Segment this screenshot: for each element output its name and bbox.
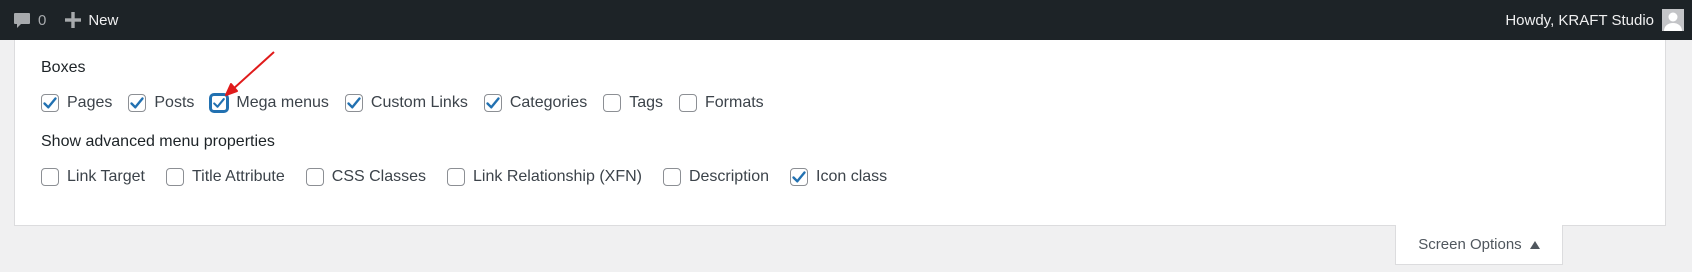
greeting-text: Howdy, KRAFT Studio bbox=[1505, 11, 1654, 29]
checkmark-icon bbox=[43, 97, 57, 109]
option-pages[interactable]: Pages bbox=[41, 94, 112, 112]
option-link-target[interactable]: Link Target bbox=[41, 168, 145, 186]
checkbox-icon-class[interactable] bbox=[790, 168, 808, 186]
option-label: Categories bbox=[509, 94, 588, 111]
comments-menu[interactable]: 0 bbox=[12, 10, 46, 30]
option-label: Pages bbox=[67, 94, 113, 111]
checkbox-description[interactable] bbox=[662, 168, 681, 186]
checkmark-icon bbox=[792, 171, 806, 183]
caret-up-icon bbox=[1529, 236, 1540, 253]
screen-options-button[interactable]: Screen Options bbox=[1395, 225, 1563, 265]
option-link-relationship-xfn[interactable]: Link Relationship (XFN) bbox=[447, 168, 642, 186]
checkbox-mega-menus[interactable] bbox=[210, 94, 229, 112]
my-account-menu[interactable]: Howdy, KRAFT Studio bbox=[1505, 9, 1684, 31]
checkbox-css-classes[interactable] bbox=[305, 168, 324, 186]
screen-options-label: Screen Options bbox=[1418, 236, 1522, 253]
admin-bar: 0 New Howdy, KRAFT Studio bbox=[0, 0, 1692, 40]
option-icon-class[interactable]: Icon class bbox=[790, 168, 887, 186]
checkbox-tags[interactable] bbox=[603, 94, 622, 112]
option-label: Link Target bbox=[67, 168, 145, 185]
advanced-properties-heading: Show advanced menu properties bbox=[41, 133, 275, 150]
plus-icon bbox=[64, 11, 82, 29]
admin-bar-left: 0 New bbox=[12, 10, 118, 30]
checkbox-link-relationship-xfn[interactable] bbox=[447, 168, 466, 186]
checkbox-link-target[interactable] bbox=[41, 168, 59, 186]
option-posts[interactable]: Posts bbox=[128, 94, 194, 112]
checkbox-pages[interactable] bbox=[41, 94, 59, 112]
option-label: CSS Classes bbox=[331, 168, 427, 185]
option-label: Custom Links bbox=[370, 94, 468, 111]
checkbox-custom-links[interactable] bbox=[344, 94, 363, 112]
advanced-properties-options: Link Target Title Attribute CSS Classes Lin… bbox=[41, 168, 908, 186]
option-label: Description bbox=[688, 168, 769, 185]
screen-options-panel: Boxes Pages Posts Mega menus Custom Links Ca… bbox=[14, 40, 1666, 226]
checkbox-title-attribute[interactable] bbox=[165, 168, 184, 186]
checkmark-icon bbox=[347, 97, 361, 109]
boxes-options: Pages Posts Mega menus Custom Links Categori… bbox=[41, 94, 780, 112]
checkmark-icon bbox=[130, 97, 145, 109]
option-custom-links[interactable]: Custom Links bbox=[344, 94, 468, 112]
option-tags[interactable]: Tags bbox=[603, 94, 663, 112]
checkmark-icon bbox=[486, 97, 500, 109]
boxes-heading: Boxes bbox=[41, 59, 86, 76]
avatar bbox=[1662, 9, 1684, 31]
option-title-attribute[interactable]: Title Attribute bbox=[165, 168, 285, 186]
new-label: New bbox=[88, 11, 119, 29]
option-label: Icon class bbox=[816, 168, 888, 185]
option-label: Posts bbox=[154, 94, 195, 111]
checkbox-formats[interactable] bbox=[678, 94, 697, 112]
comment-bubble-icon bbox=[12, 10, 32, 30]
option-formats[interactable]: Formats bbox=[678, 94, 764, 112]
option-description[interactable]: Description bbox=[662, 168, 769, 186]
option-label: Link Relationship (XFN) bbox=[473, 168, 642, 185]
checkmark-icon bbox=[213, 98, 226, 108]
option-categories[interactable]: Categories bbox=[483, 94, 588, 112]
option-label: Title Attribute bbox=[191, 168, 285, 185]
option-label: Tags bbox=[629, 94, 663, 111]
option-css-classes[interactable]: CSS Classes bbox=[305, 168, 427, 186]
checkbox-categories[interactable] bbox=[483, 94, 502, 112]
new-content-menu[interactable]: New bbox=[64, 11, 118, 29]
comments-count: 0 bbox=[38, 11, 47, 29]
option-label: Formats bbox=[704, 94, 764, 111]
checkbox-posts[interactable] bbox=[128, 94, 147, 112]
option-label: Mega menus bbox=[236, 94, 329, 111]
option-mega-menus[interactable]: Mega menus bbox=[210, 94, 329, 112]
